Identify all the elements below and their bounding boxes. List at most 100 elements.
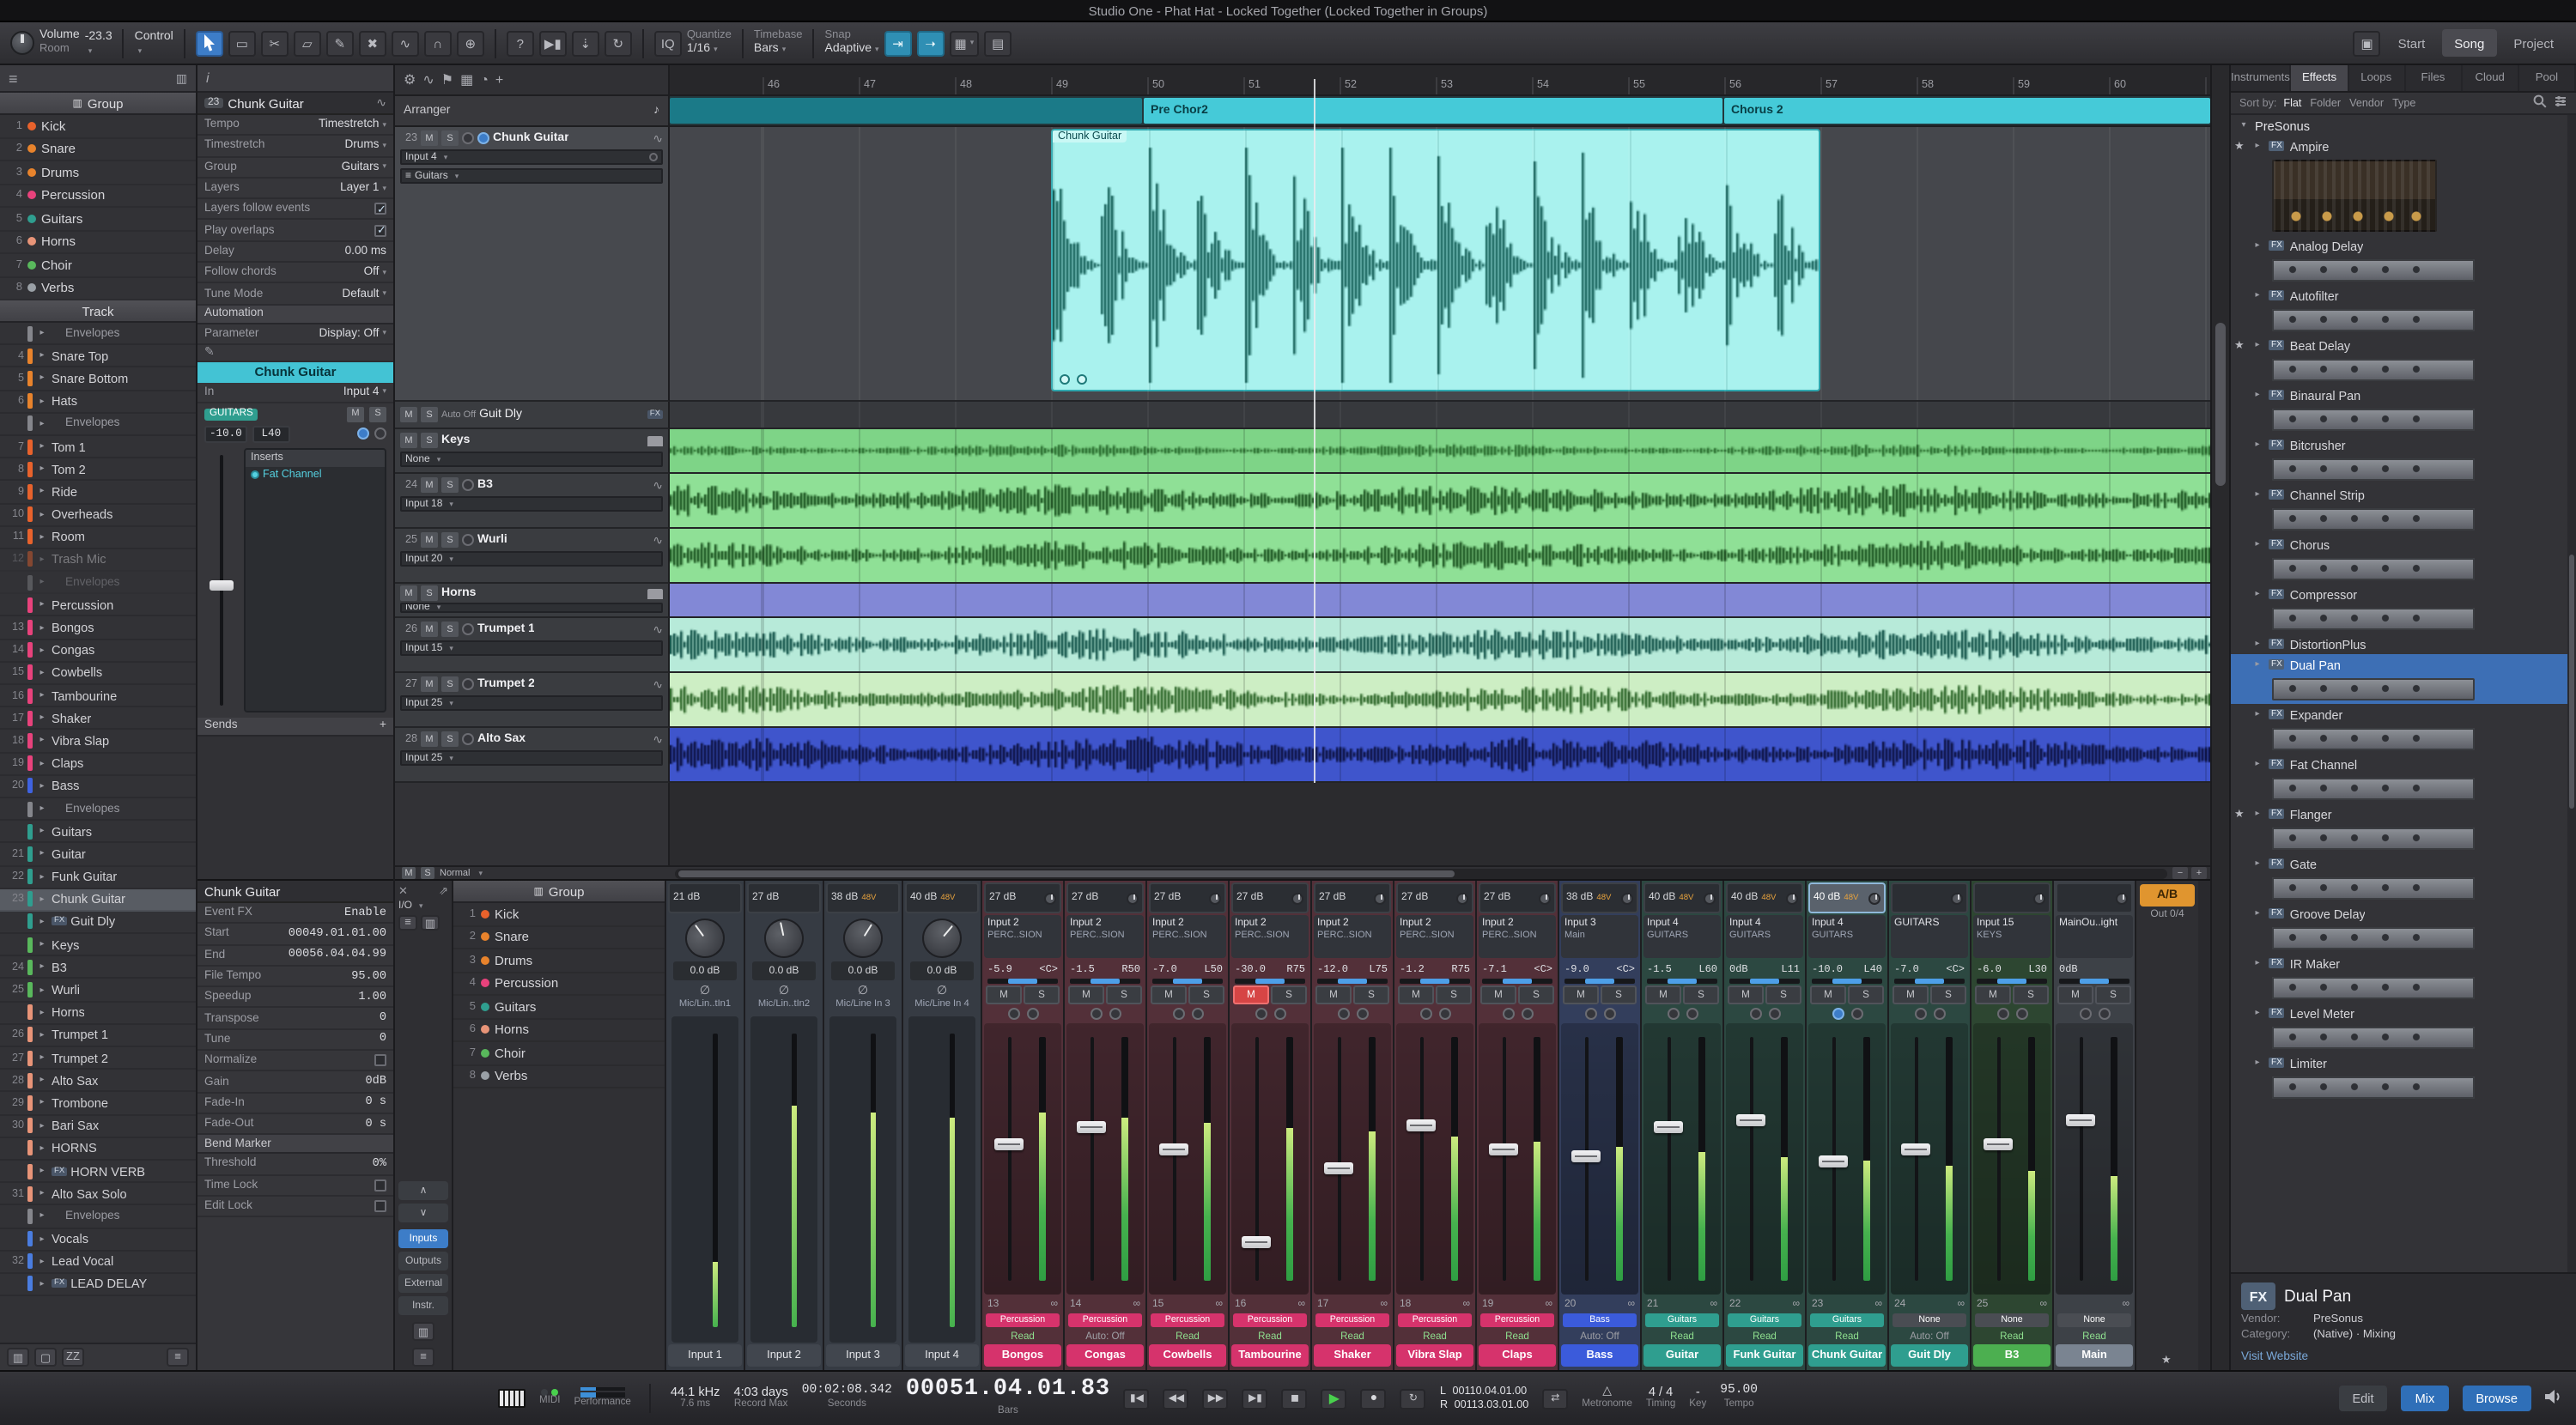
checkbox[interactable] bbox=[374, 223, 386, 237]
autoscroll-button[interactable]: ▶▮ bbox=[538, 30, 567, 56]
solo-button[interactable]: S bbox=[421, 407, 438, 422]
input-selector[interactable]: Input 25 ▾ bbox=[400, 750, 663, 766]
ab-compare-button[interactable]: A/B bbox=[2140, 884, 2195, 907]
volume-value-dropdown[interactable]: -23.3 ▾ bbox=[85, 31, 112, 56]
track-lane-wurli[interactable] bbox=[670, 529, 2210, 584]
track-header-chunk-guitar[interactable]: 23 M S Chunk Guitar ∿ Input 4 ▾ ≡ Guitar… bbox=[395, 127, 670, 402]
mixer-channel-strip[interactable]: 38 dB 48V Input 3 Main -9.0 <C> M S 20 ∞… bbox=[1559, 881, 1642, 1370]
checkbox[interactable] bbox=[374, 1054, 386, 1067]
channel-pan-value[interactable]: L30 bbox=[2028, 963, 2047, 975]
volume-fader[interactable] bbox=[1159, 1143, 1189, 1155]
group-row[interactable]: 7 Choir bbox=[0, 254, 196, 277]
pan-slider[interactable] bbox=[987, 979, 1058, 984]
volume-fader[interactable] bbox=[1242, 1236, 1272, 1249]
disclosure-icon[interactable]: ▸ bbox=[36, 351, 48, 361]
zoom-out-button[interactable]: − bbox=[2172, 867, 2188, 879]
trim-display[interactable]: 0.0 dB bbox=[831, 961, 895, 980]
gain-knob[interactable] bbox=[2116, 892, 2128, 904]
hamburger-menu-icon[interactable]: ≡ bbox=[9, 70, 18, 87]
mute-button[interactable]: M bbox=[1645, 985, 1681, 1004]
browser-effect-item[interactable]: ★ ▸ FX Ampire bbox=[2231, 136, 2576, 235]
disclosure-icon[interactable]: ▸ bbox=[36, 758, 48, 768]
effect-thumbnail[interactable] bbox=[2272, 558, 2475, 580]
track-list-item[interactable]: 20 ▸ FX Bass bbox=[0, 776, 196, 798]
monitor-button[interactable] bbox=[1090, 1008, 1102, 1020]
track-lane-trumpet-1[interactable] bbox=[670, 618, 2210, 673]
input-channel-strip[interactable]: 21 dB 0.0 dB ∅ Mic/Lin..tIn1 Input 1 bbox=[666, 881, 745, 1370]
effect-thumbnail[interactable] bbox=[2272, 1076, 2475, 1099]
track-list-item[interactable]: 9 ▸ FX Ride bbox=[0, 482, 196, 504]
disclosure-icon[interactable]: ▸ bbox=[36, 1257, 48, 1267]
mixer-channel-strip[interactable]: 27 dB Input 2 PERC..SION -7.1 <C> M S 19… bbox=[1477, 881, 1559, 1370]
effect-thumbnail[interactable] bbox=[2272, 1027, 2475, 1049]
gain-knob[interactable] bbox=[1786, 892, 1798, 904]
loop-range-display[interactable]: L 00110.04.01.00 R 00113.03.01.00 bbox=[1440, 1385, 1528, 1411]
sort-option[interactable]: Type bbox=[2392, 97, 2415, 109]
track-lane-chunk-guitar[interactable]: Chunk Guitar bbox=[670, 127, 2210, 402]
input-channel-name[interactable]: Input 3 bbox=[826, 1344, 900, 1367]
zoom-in-button[interactable]: + bbox=[2191, 867, 2207, 879]
input-quantize-button[interactable]: IQ bbox=[653, 30, 682, 56]
solo-button[interactable]: S bbox=[1930, 985, 1966, 1004]
keyboard-panel-button[interactable]: ▤ bbox=[984, 30, 1012, 56]
input-channel-strip[interactable]: 27 dB 0.0 dB ∅ Mic/Lin..tIn2 Input 2 bbox=[745, 881, 824, 1370]
disclosure-icon[interactable]: ▸ bbox=[36, 713, 48, 724]
timeline-ruler[interactable]: 46474849505152535455565758596061 bbox=[670, 65, 2210, 94]
channel-volume-value[interactable]: -1.5 bbox=[1070, 963, 1095, 975]
metronome-control[interactable]: △ Metronome bbox=[1582, 1385, 1632, 1412]
event-inspector-row[interactable]: File Tempo 95.00 bbox=[197, 967, 393, 988]
automation-mode[interactable]: Read bbox=[1231, 1329, 1309, 1344]
group-row[interactable]: 2 Snare bbox=[0, 138, 196, 161]
record-button[interactable]: ● bbox=[1360, 1388, 1387, 1409]
paint-tool-button[interactable]: ✎ bbox=[325, 30, 354, 56]
trim-display[interactable]: 0.0 dB bbox=[910, 961, 974, 980]
disclosure-icon[interactable]: ▸ bbox=[36, 622, 48, 633]
channel-name[interactable]: Chunk Guitar bbox=[1808, 1344, 1886, 1367]
disclosure-icon[interactable]: ▸ bbox=[36, 668, 48, 678]
mute-button[interactable]: M bbox=[421, 676, 438, 692]
record-arm-button[interactable] bbox=[462, 132, 474, 144]
track-list-item[interactable]: 26 ▸ FX Trumpet 1 bbox=[0, 1025, 196, 1047]
favorite-star-icon[interactable]: ★ bbox=[2234, 807, 2246, 821]
solo-button[interactable]: S bbox=[369, 406, 386, 422]
mute-button[interactable]: M bbox=[1233, 985, 1269, 1004]
gain-knob[interactable] bbox=[1621, 892, 1633, 904]
browser-effect-item[interactable]: ★ ▸ FX Bitcrusher bbox=[2231, 434, 2576, 484]
group-tag[interactable]: Percussion bbox=[1398, 1313, 1472, 1327]
channel-name[interactable]: Shaker bbox=[1314, 1344, 1391, 1367]
group-tag[interactable]: None bbox=[2057, 1313, 2131, 1327]
loop-button[interactable]: ↻ bbox=[1400, 1388, 1426, 1409]
edit-view-button[interactable]: Edit bbox=[2338, 1386, 2388, 1411]
channel-input-selector[interactable]: Input 2 PERC..SION bbox=[984, 915, 1061, 958]
channel-name[interactable]: Bass bbox=[1561, 1344, 1638, 1367]
channel-pan-value[interactable]: L50 bbox=[1204, 963, 1223, 975]
track-list-item[interactable]: 22 ▸ FX Funk Guitar bbox=[0, 866, 196, 889]
solo-button[interactable]: S bbox=[1106, 985, 1142, 1004]
group-row[interactable]: 8 Verbs bbox=[0, 277, 196, 300]
record-arm-button[interactable] bbox=[462, 479, 474, 491]
bend-marker-row[interactable]: Time Lock bbox=[197, 1175, 393, 1197]
channel-input-selector[interactable]: MainOu..ight bbox=[2056, 915, 2133, 958]
automation-mode[interactable]: Read bbox=[1643, 1329, 1721, 1344]
group-row[interactable]: 3 Drums bbox=[0, 161, 196, 185]
effect-thumbnail[interactable] bbox=[2272, 828, 2475, 850]
mixer-channel-strip[interactable]: 40 dB 48V Input 4 GUITARS -1.5 L60 M S 2… bbox=[1642, 881, 1724, 1370]
wide-strips-icon[interactable]: ▥ bbox=[421, 915, 440, 931]
solo-button[interactable]: S bbox=[441, 532, 459, 548]
event-inspector-row[interactable]: Event FX Enable bbox=[197, 903, 393, 925]
record-arm-button[interactable] bbox=[374, 428, 386, 440]
list-options-icon[interactable]: ≡ bbox=[167, 1348, 189, 1367]
inspector-row[interactable]: Timestretch Drums ▾ bbox=[197, 136, 393, 158]
input-channel-name[interactable]: Input 2 bbox=[747, 1344, 821, 1367]
track-header-keys[interactable]: M S Keys None ▾ bbox=[395, 429, 670, 474]
disclosure-icon[interactable]: ▸ bbox=[36, 803, 48, 814]
range-tool-button[interactable]: ▭ bbox=[228, 30, 256, 56]
solo-button[interactable]: S bbox=[1271, 985, 1307, 1004]
track-list-item[interactable]: 4 ▸ FX Snare Top bbox=[0, 345, 196, 368]
automation-mode[interactable]: Auto: Off bbox=[1561, 1329, 1638, 1344]
input-gain-display[interactable]: 27 dB bbox=[1231, 882, 1309, 913]
input-monitor-icon[interactable] bbox=[649, 153, 658, 161]
console-small-icon[interactable]: ▥ bbox=[7, 1348, 29, 1367]
solo-button[interactable]: S bbox=[1683, 985, 1719, 1004]
insert-slot-fat-channel[interactable]: Fat Channel bbox=[246, 467, 385, 484]
